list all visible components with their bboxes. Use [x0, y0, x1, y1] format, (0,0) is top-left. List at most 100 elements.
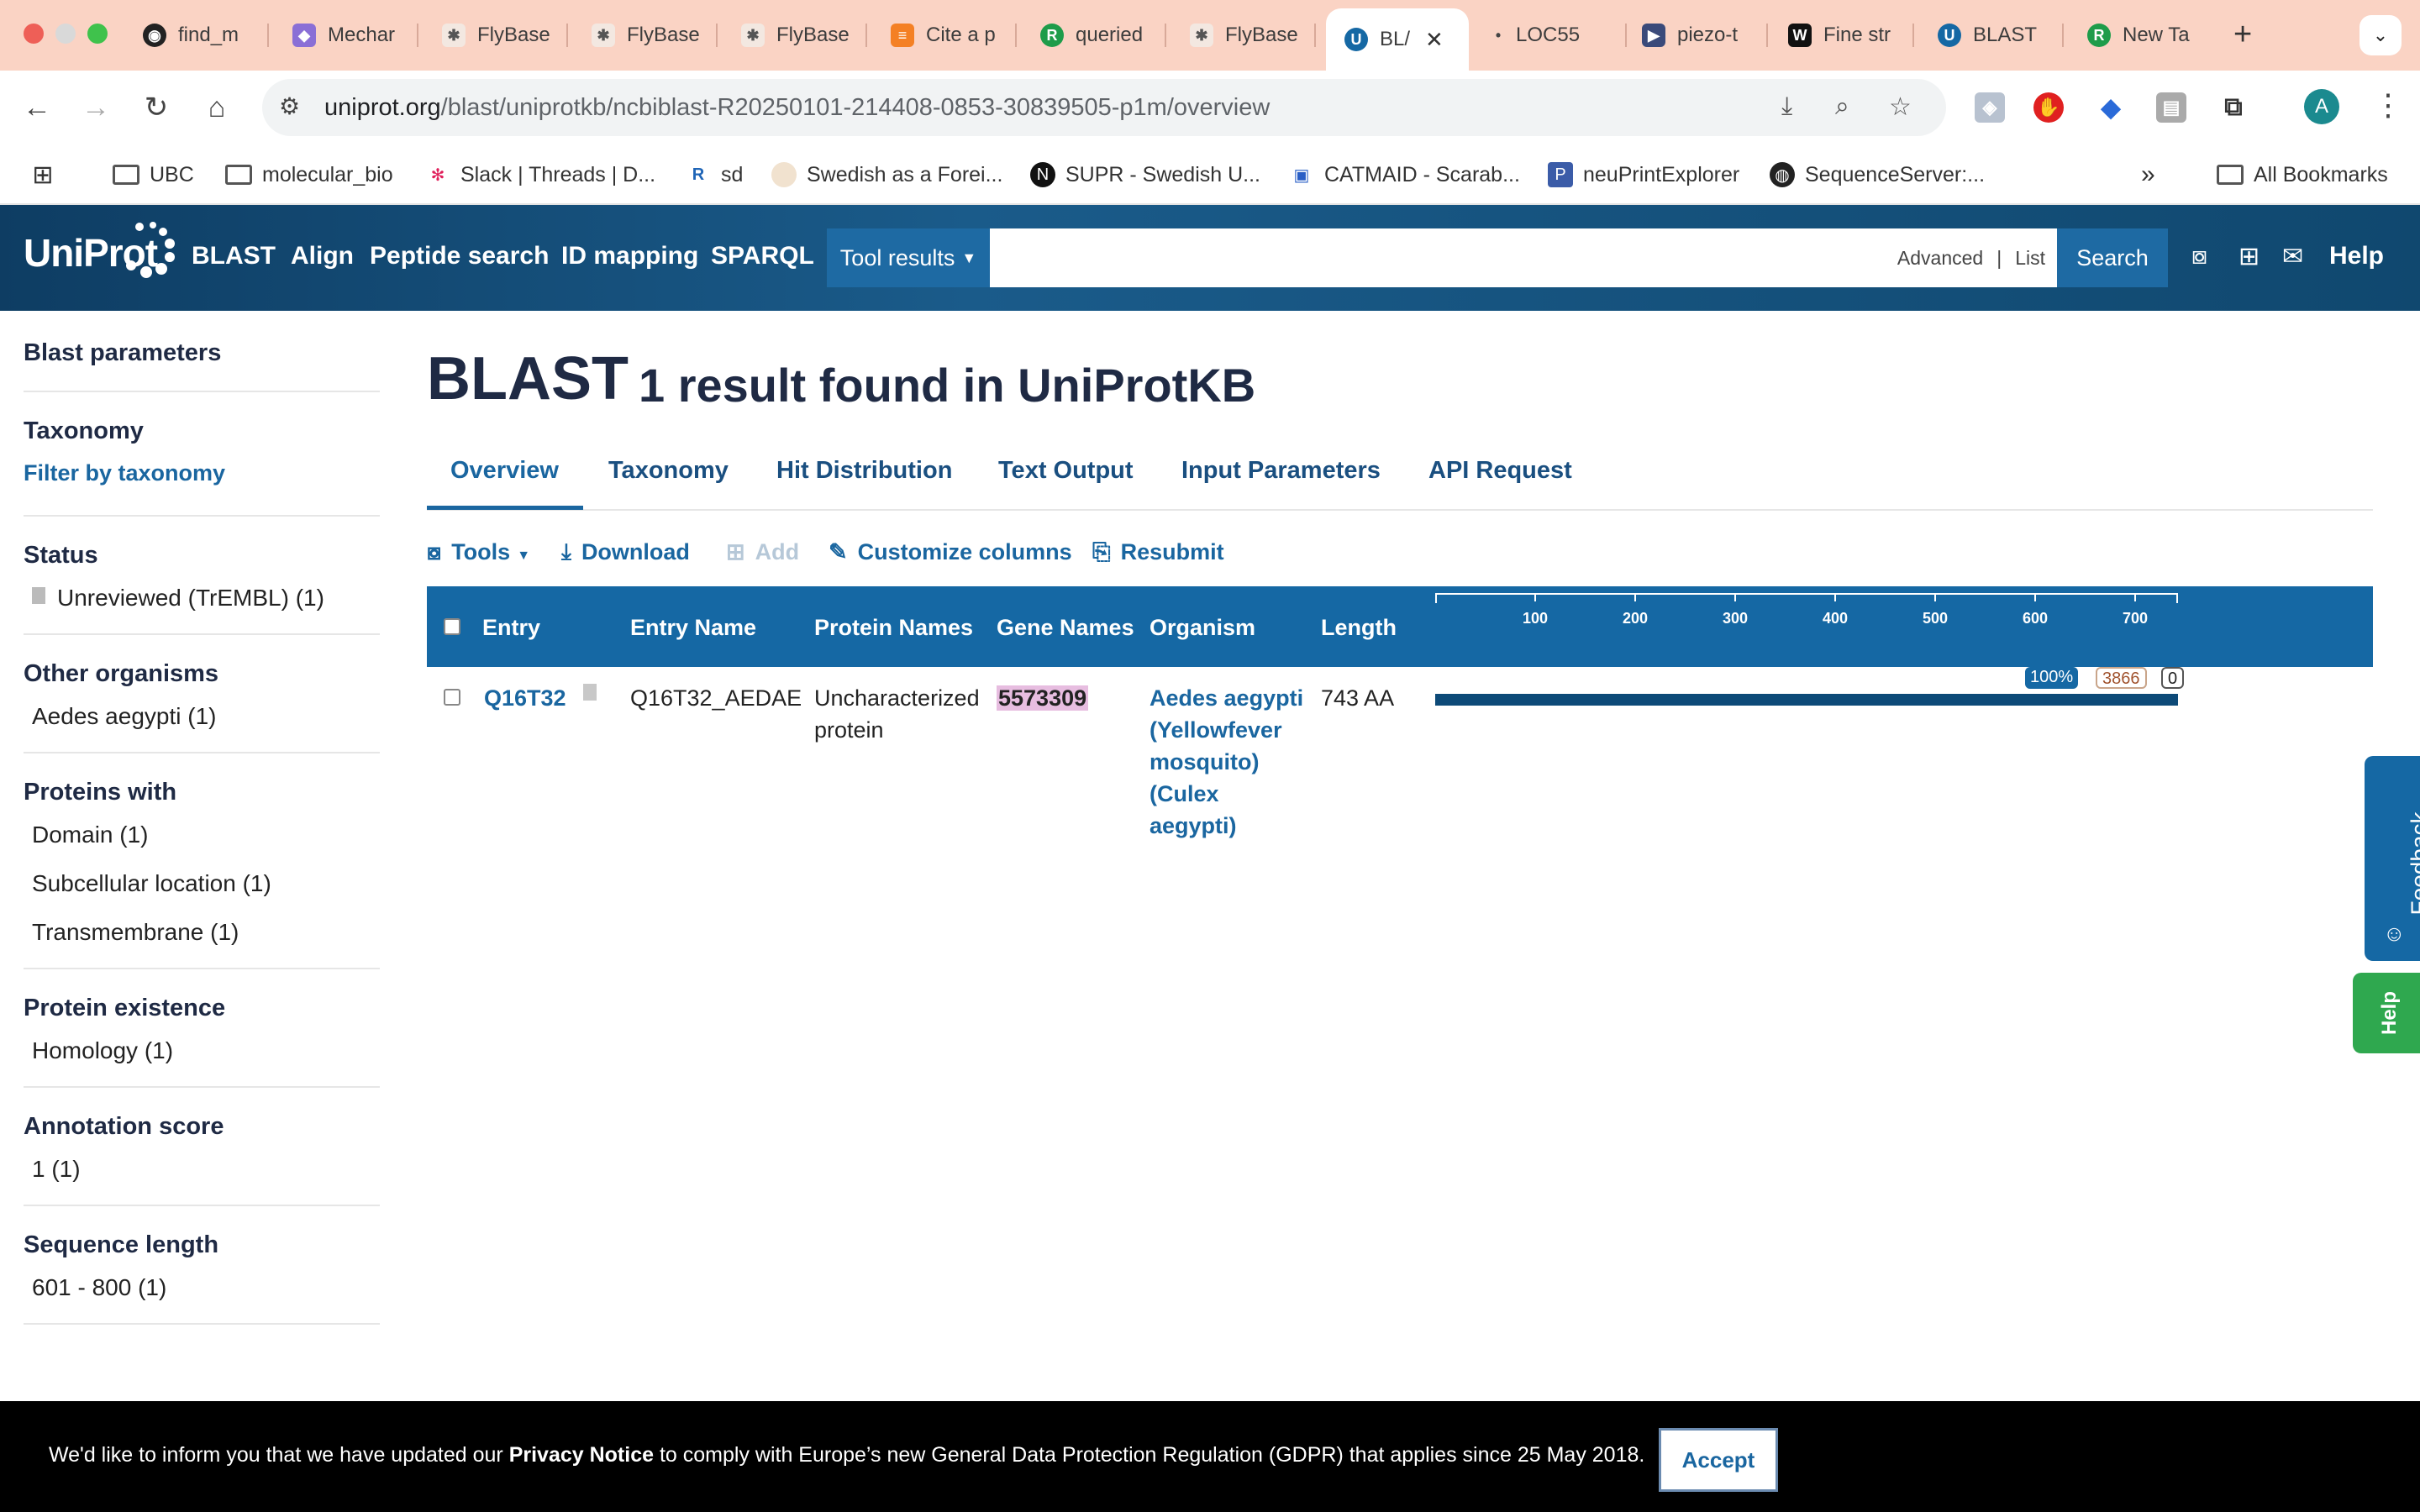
tab-hit-distribution[interactable]: Hit Distribution — [776, 457, 952, 485]
facet-item[interactable]: 601 - 800 (1) — [32, 1274, 380, 1301]
bookmark-catmaid[interactable]: ▣ CATMAID - Scarab... — [1289, 160, 1520, 190]
browser-tab[interactable]: • LOC55 — [1492, 15, 1627, 55]
column-header-entry[interactable]: Entry — [482, 615, 540, 641]
new-tab-button[interactable]: + — [2233, 17, 2252, 53]
bookmark-supr[interactable]: N SUPR - Swedish U... — [1030, 160, 1260, 190]
tools-dropdown[interactable]: ⧇ Tools ▼ — [427, 539, 530, 566]
browser-menu-icon[interactable]: ⋮ — [2373, 87, 2403, 123]
facet-item[interactable]: Domain (1) — [32, 822, 380, 848]
browser-tab[interactable]: W Fine str — [1788, 15, 1914, 55]
graduation-extension-icon[interactable]: ◆ — [2096, 92, 2126, 123]
bookmark-slack[interactable]: ✻ Slack | Threads | D... — [425, 160, 655, 190]
profile-avatar[interactable]: A — [2304, 89, 2339, 124]
shield-extension-icon[interactable]: ◈ — [1975, 92, 2005, 123]
bookmark-star-icon[interactable]: ☆ — [1889, 92, 1912, 122]
browser-tab[interactable]: ✱ FlyBase — [442, 15, 568, 55]
browser-tab[interactable]: ◉ find_m — [143, 15, 269, 55]
url-text[interactable]: uniprot.org/blast/uniprotkb/ncbiblast-R2… — [324, 94, 1270, 122]
table-row[interactable]: Q16T32 Q16T32_AEDAE Uncharacterized prot… — [427, 667, 2373, 852]
browser-tab[interactable]: U BLAST — [1938, 15, 2064, 55]
browser-tab[interactable]: ◆ Mechar — [292, 15, 418, 55]
nav-blast[interactable]: BLAST — [192, 242, 276, 270]
tab-input-parameters[interactable]: Input Parameters — [1181, 457, 1381, 485]
bookmarks-overflow-icon[interactable]: » — [2141, 160, 2155, 190]
feedback-tab[interactable]: Feedback ☺ — [2365, 756, 2420, 961]
nav-align[interactable]: Align — [291, 242, 354, 270]
column-header-entry-name[interactable]: Entry Name — [630, 615, 756, 641]
forward-icon[interactable]: → — [77, 89, 114, 126]
install-app-icon[interactable]: ⤓ — [1781, 92, 1792, 121]
reload-icon[interactable]: ↻ — [138, 89, 175, 126]
browser-tab[interactable]: R New Ta — [2087, 15, 2213, 55]
bookmark-sequenceserver[interactable]: ◍ SequenceServer:... — [1770, 160, 1985, 190]
window-minimize-button[interactable] — [55, 24, 76, 44]
download-button[interactable]: ⤓ Download — [561, 539, 690, 566]
nav-peptide-search[interactable]: Peptide search — [370, 242, 549, 270]
select-all-checkbox[interactable] — [444, 618, 460, 635]
blast-parameters-heading[interactable]: Blast parameters — [24, 339, 380, 367]
window-zoom-button[interactable] — [87, 24, 108, 44]
column-header-length[interactable]: Length — [1321, 615, 1397, 641]
toolbox-icon[interactable]: ⧇ — [2191, 242, 2207, 270]
browser-tab[interactable]: ✱ FlyBase — [592, 15, 718, 55]
site-settings-icon[interactable]: ⚙ — [279, 92, 300, 120]
help-link[interactable]: Help — [2329, 242, 2384, 270]
add-button[interactable]: ⊞ Add — [726, 539, 799, 565]
facet-item[interactable]: Unreviewed (TrEMBL) (1) — [32, 585, 380, 612]
organism-link[interactable]: Aedes aegypti (Yellowfever mosquito) (Cu… — [1150, 682, 1303, 842]
window-close-button[interactable] — [24, 24, 44, 44]
zoom-icon[interactable]: ⌕ — [1835, 92, 1849, 121]
search-button[interactable]: Search — [2057, 228, 2168, 287]
advanced-search-link[interactable]: Advanced — [1897, 247, 1983, 269]
browser-tab[interactable]: ≡ Cite a p — [891, 15, 1017, 55]
search-input[interactable]: Advanced | List — [990, 228, 2057, 287]
bookmark-sd[interactable]: Rsd — [686, 160, 744, 190]
apps-icon[interactable]: ⊞ — [30, 160, 66, 190]
help-widget[interactable]: Help — [2353, 973, 2420, 1053]
list-search-link[interactable]: List — [2015, 247, 2045, 269]
basket-icon[interactable]: ⊞ — [2238, 242, 2260, 271]
tool-results-dropdown[interactable]: Tool results ▼ — [827, 228, 990, 287]
column-header-organism[interactable]: Organism — [1150, 615, 1255, 641]
filter-by-taxonomy-link[interactable]: Filter by taxonomy — [24, 460, 380, 486]
customize-columns-button[interactable]: ✎ Customize columns — [829, 539, 1072, 565]
close-icon[interactable]: ✕ — [1425, 27, 1444, 53]
nav-id-mapping[interactable]: ID mapping — [561, 242, 698, 270]
extensions-icon[interactable]: ⧉ — [2218, 92, 2249, 123]
facet-item[interactable]: Transmembrane (1) — [32, 919, 380, 946]
bookmark-swedish[interactable]: Swedish as a Forei... — [771, 160, 1002, 190]
tab-taxonomy[interactable]: Taxonomy — [608, 457, 729, 485]
bookmark-folder-molecular-bio[interactable]: molecular_bio — [225, 160, 393, 190]
entry-link[interactable]: Q16T32 — [484, 682, 566, 714]
home-icon[interactable]: ⌂ — [198, 89, 235, 126]
facet-item[interactable]: 1 (1) — [32, 1156, 380, 1183]
reader-extension-icon[interactable]: ▤ — [2156, 92, 2186, 123]
tab-api-request[interactable]: API Request — [1428, 457, 1572, 485]
all-bookmarks[interactable]: All Bookmarks — [2217, 160, 2388, 190]
browser-tab[interactable]: ✱ FlyBase — [741, 15, 867, 55]
tab-search-button[interactable]: ⌄ — [2360, 15, 2402, 55]
browser-tab[interactable]: ▶ piezo-t — [1642, 15, 1768, 55]
privacy-notice-link[interactable]: Privacy Notice — [509, 1443, 654, 1467]
browser-tab[interactable]: ✱ FlyBase — [1190, 15, 1316, 55]
facet-item[interactable]: Subcellular location (1) — [32, 870, 380, 897]
accept-button[interactable]: Accept — [1659, 1428, 1778, 1492]
back-icon[interactable]: ← — [18, 89, 55, 126]
column-header-gene-names[interactable]: Gene Names — [997, 615, 1134, 641]
tab-text-output[interactable]: Text Output — [998, 457, 1134, 485]
row-checkbox[interactable] — [444, 689, 460, 706]
bookmark-folder-ubc[interactable]: UBC — [113, 160, 194, 190]
facet-item[interactable]: Aedes aegypti (1) — [32, 703, 380, 730]
mail-icon[interactable]: ✉ — [2282, 242, 2303, 271]
bookmark-neuprint[interactable]: PneuPrintExplorer — [1548, 160, 1739, 190]
resubmit-button[interactable]: ⎘ Resubmit — [1092, 539, 1224, 566]
facet-item[interactable]: Homology (1) — [32, 1037, 380, 1064]
column-header-protein-names[interactable]: Protein Names — [814, 615, 973, 641]
address-bar[interactable]: ⚙ uniprot.org/blast/uniprotkb/ncbiblast-… — [262, 79, 1946, 136]
browser-tab[interactable]: R queried — [1040, 15, 1166, 55]
alignment-hit-bar[interactable] — [1435, 694, 2178, 706]
adblock-extension-icon[interactable]: ✋ — [2033, 92, 2064, 123]
tab-overview[interactable]: Overview — [450, 457, 559, 485]
nav-sparql[interactable]: SPARQL — [711, 242, 814, 270]
browser-tab-active[interactable]: U BL/ ✕ — [1326, 8, 1469, 71]
